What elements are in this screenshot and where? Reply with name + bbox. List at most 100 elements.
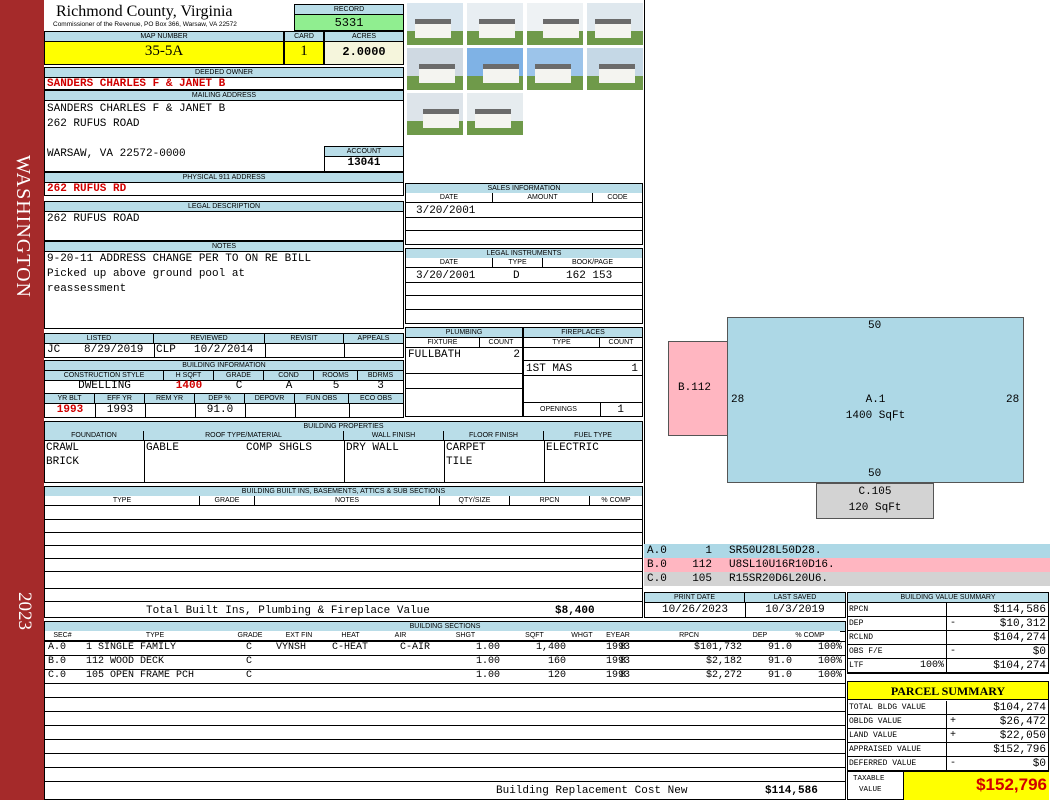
- bs-cell-type: 112 WOOD DECK: [86, 656, 165, 667]
- bp-roof-type: GABLE: [146, 442, 180, 454]
- bs-cell-ext: VYNSH: [276, 642, 307, 653]
- photo-house: [415, 19, 451, 38]
- divider: [349, 404, 350, 418]
- divider: [523, 360, 643, 361]
- house-photo: [406, 92, 464, 136]
- photo-house: [483, 64, 519, 83]
- bs-cell-air: C-AIR: [400, 642, 431, 653]
- li-book-h: BOOK/PAGE: [543, 258, 642, 268]
- divider: [847, 630, 1049, 631]
- sketch-legend-code: A.0: [647, 545, 667, 557]
- account-label: ACCOUNT: [325, 147, 403, 157]
- bp-floor-h: FLOOR FINISH: [444, 431, 544, 441]
- card-label: CARD: [285, 32, 323, 42]
- divider: [44, 601, 643, 602]
- sales-code-h: CODE: [593, 193, 642, 203]
- divider: [847, 714, 1049, 715]
- reviewed-date: 10/2/2014: [194, 344, 254, 356]
- physical-address-value: 262 RUFUS RD: [47, 183, 127, 195]
- bs-cell-eyear: 1993: [606, 642, 631, 653]
- bs-header-4: HEAT: [328, 631, 373, 641]
- side-banner-district: WASHINGTON: [12, 155, 34, 298]
- county-title: Richmond County, Virginia: [56, 3, 233, 20]
- reviewed-by: CLP: [156, 344, 176, 356]
- reviewed-label: REVIEWED: [154, 334, 265, 344]
- bi-h-ecoobs: ECO OBS: [349, 394, 403, 404]
- divider: [523, 402, 643, 403]
- divider: [405, 217, 643, 218]
- house-photo: [526, 2, 584, 46]
- divider: [44, 558, 643, 559]
- bs-header-11: DEP: [740, 631, 780, 641]
- house-photo: [406, 2, 464, 46]
- photo-house: [535, 64, 571, 83]
- record-value: 5331: [334, 16, 364, 30]
- plumbing-count-h: COUNT: [480, 338, 522, 348]
- legal-description-value: 262 RUFUS ROAD: [47, 213, 140, 225]
- bi-h-remyr: REM YR: [145, 394, 195, 404]
- divider: [44, 655, 846, 656]
- map-number-label: MAP NUMBER: [45, 32, 283, 42]
- bs-header-5: AIR: [373, 631, 428, 641]
- sketch-main-top: 50: [868, 320, 882, 332]
- bs-cell-shgt: 1.00: [475, 642, 500, 653]
- li-book: 162 153: [566, 270, 613, 282]
- bs-cell-sec: A.0: [48, 642, 67, 653]
- side-banner-year: 2023: [14, 592, 35, 630]
- built-ins-total-label: Total Built Ins, Plumbing & Fireplace Va…: [146, 605, 430, 617]
- bp-foundation-1: CRAWL: [46, 442, 80, 454]
- divider: [847, 756, 1049, 757]
- notes-label: NOTES: [45, 242, 403, 252]
- bi-grade: C: [235, 380, 243, 392]
- bs-cell-grade: C: [246, 642, 253, 653]
- sketch-deck-label: B.112: [678, 382, 712, 394]
- parcel-summary-title: PARCEL SUMMARY: [890, 684, 1006, 698]
- notes-line-2: Picked up above ground pool at: [47, 268, 246, 280]
- li-date-h: DATE: [406, 258, 493, 268]
- bs-cell-sec: B.0: [48, 656, 67, 667]
- house-photo: [466, 2, 524, 46]
- divider: [44, 532, 643, 533]
- bi-h-effyr: EFF YR: [95, 394, 145, 404]
- mailing-line-1: SANDERS CHARLES F & JANET B: [47, 103, 226, 115]
- notes-line-1: 9-20-11 ADDRESS CHANGE PER TO ON RE BILL: [47, 253, 312, 265]
- bi-h-depovr: DEPOVR: [245, 394, 295, 404]
- house-photo: [586, 2, 644, 46]
- side-banner: [0, 0, 44, 800]
- divider: [405, 230, 643, 231]
- divider: [44, 753, 846, 754]
- bs-header-3: EXT FIN: [270, 631, 328, 641]
- divider: [847, 658, 1049, 659]
- sketch-porch-name: C.105: [858, 486, 892, 498]
- bp-fuel-h: FUEL TYPE: [544, 431, 642, 441]
- card-value: 1: [300, 43, 308, 59]
- house-photo: [466, 92, 524, 136]
- divider: [405, 373, 523, 374]
- divider: [44, 669, 846, 670]
- bp-floor-1: CARPET: [446, 442, 486, 454]
- divider: [154, 344, 155, 358]
- photo-house: [423, 109, 459, 128]
- bp-roof-material: COMP SHGLS: [246, 442, 313, 454]
- sketch-legend-num: 105: [692, 573, 712, 585]
- photo-house: [543, 19, 579, 38]
- bs-header-0: SEC#: [45, 631, 80, 641]
- divider: [44, 697, 846, 698]
- bi-h-funobs: FUN OBS: [295, 394, 349, 404]
- sketch-main-bottom: 50: [868, 468, 882, 480]
- taxable-value: $152,796: [976, 775, 1047, 794]
- openings-label: OPENINGS: [540, 406, 577, 413]
- deeded-owner-value: SANDERS CHARLES F & JANET B: [47, 78, 226, 90]
- bs-cell-sqft: 120: [547, 670, 566, 681]
- ps-label: TOTAL BLDG VALUE: [849, 703, 926, 712]
- sketch-legend-num: 1: [705, 545, 712, 557]
- bi-depval: 91.0: [206, 404, 234, 416]
- notes-line-3: reassessment: [47, 283, 127, 295]
- divider: [44, 725, 846, 726]
- bs-cell-sqft: 160: [547, 656, 566, 667]
- divider: [44, 781, 846, 782]
- vs-value: $114,586: [993, 604, 1046, 616]
- divider: [405, 282, 643, 283]
- listed-label: LISTED: [45, 334, 154, 344]
- vs-ltf-pct: 100%: [919, 660, 944, 671]
